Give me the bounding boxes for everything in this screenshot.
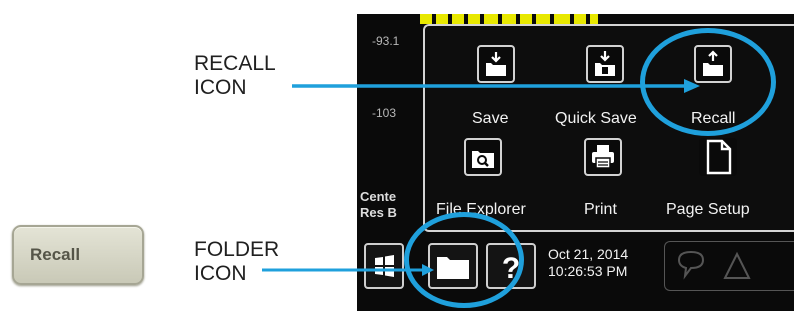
recall-callout-arrow (292, 79, 700, 93)
recall-highlight-circle (640, 28, 776, 136)
folder-highlight-circle (404, 212, 524, 308)
